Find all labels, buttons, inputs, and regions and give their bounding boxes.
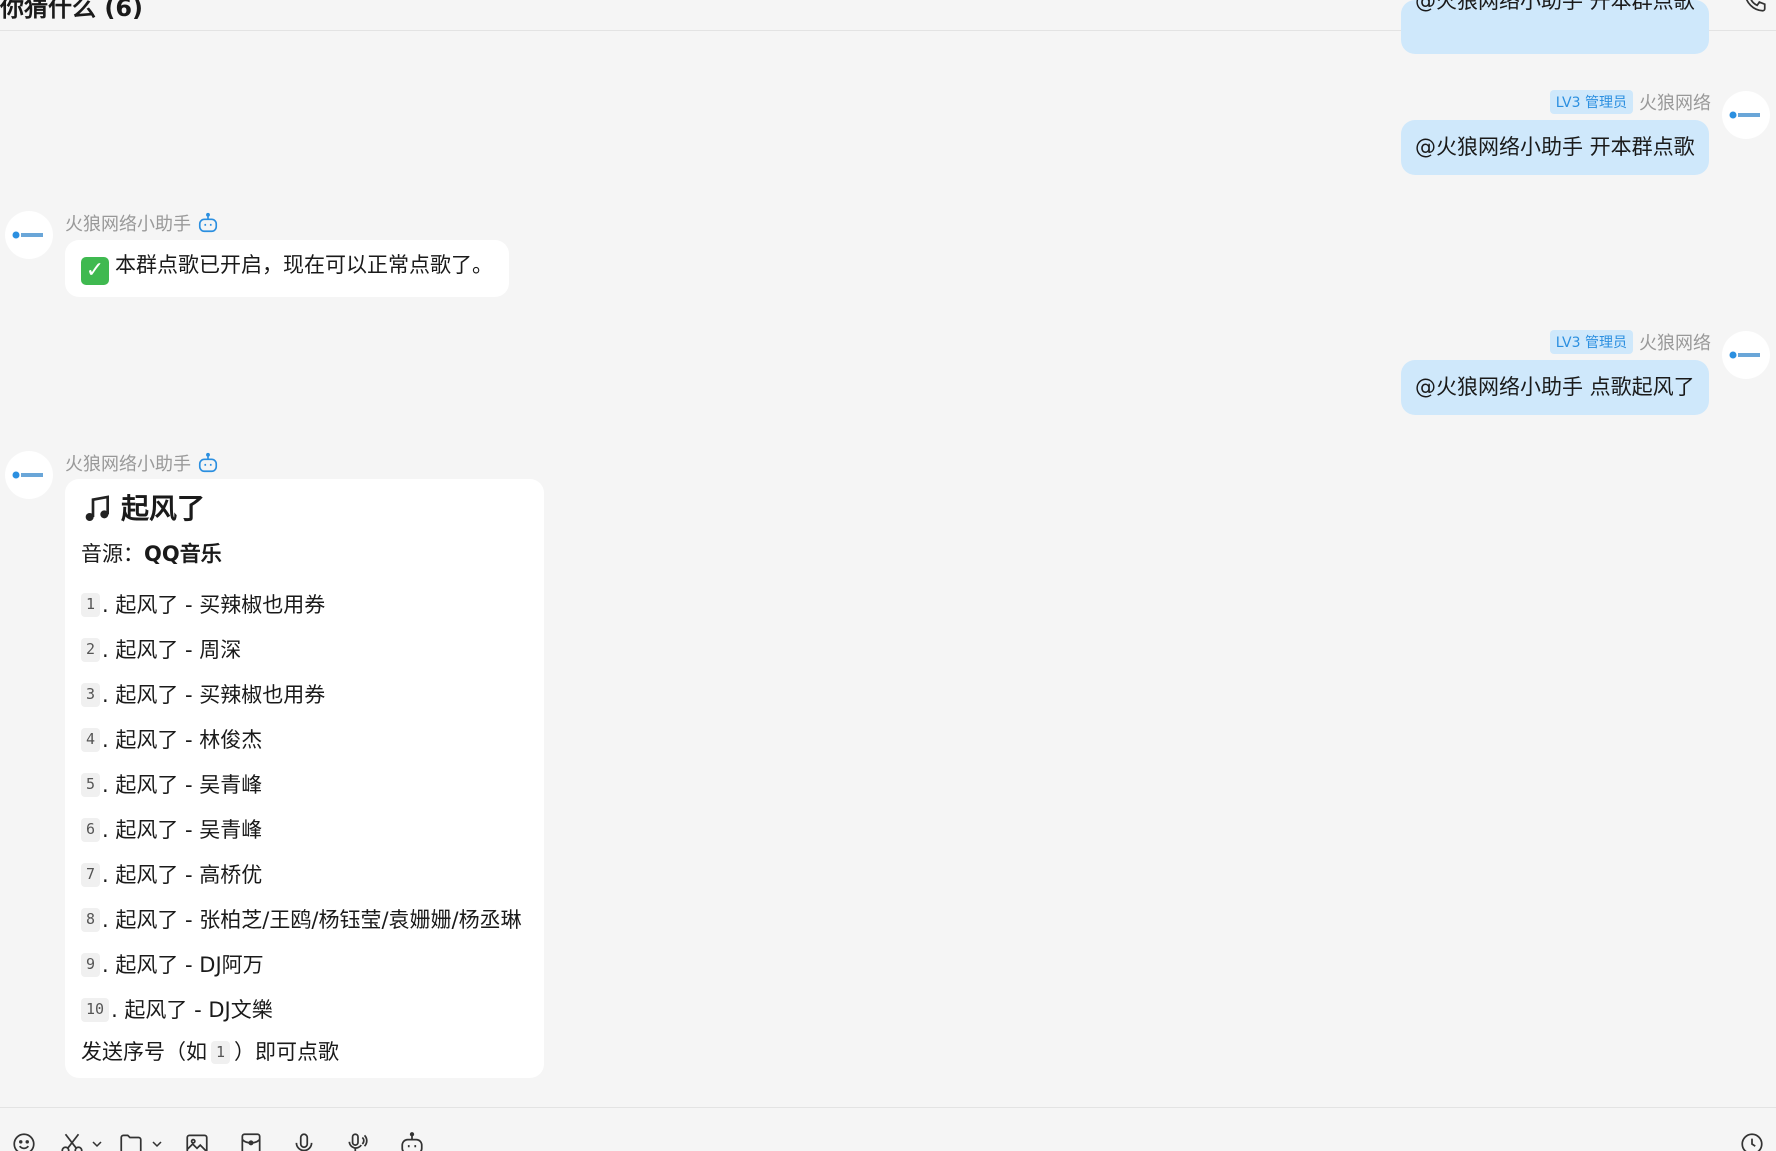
logo-icon [12,231,43,239]
song-item: 9. 起风了 - DJ阿万 [81,943,528,988]
music-note-icon [85,495,109,522]
message-bubble-incoming[interactable]: ✓ 本群点歌已开启，现在可以正常点歌了。 [65,240,509,297]
avatar[interactable] [5,451,53,499]
sender-name[interactable]: 火狼网络小助手 [65,450,191,476]
song-item: 10. 起风了 - DJ文樂 [81,988,528,1033]
song-item: 7. 起风了 - 高桥优 [81,853,528,898]
file-button[interactable] [117,1130,145,1151]
song-text: . 起风了 - 吴青峰 [102,772,263,797]
logo-icon [1729,351,1760,359]
message-bubble-outgoing[interactable]: @火狼网络小助手 开本群点歌 [1401,0,1709,54]
hint-text-before: 发送序号（如 [81,1039,207,1064]
bot-button[interactable] [398,1130,426,1151]
message-text: @火狼网络小助手 开本群点歌 [1415,0,1695,13]
song-text: . 起风了 - 周深 [102,637,242,662]
song-list: 1. 起风了 - 买辣椒也用券 2. 起风了 - 周深 3. 起风了 - 买辣椒… [81,583,528,1033]
history-button[interactable] [1738,1130,1766,1151]
logo-icon [12,471,43,479]
song-number: 3 [81,683,101,707]
music-source: 音源：QQ音乐 [81,541,528,568]
song-search-card: 起风了 音源：QQ音乐 1. 起风了 - 买辣椒也用券 2. 起风了 - 周深 … [65,479,544,1078]
avatar[interactable] [1722,91,1770,139]
image-button[interactable] [183,1130,211,1151]
song-title-text: 起风了 [121,492,206,525]
song-item: 1. 起风了 - 买辣椒也用券 [81,583,528,628]
song-number: 5 [81,773,101,797]
check-icon: ✓ [81,257,109,285]
song-number: 2 [81,638,101,662]
hint-number: 1 [211,1040,231,1065]
input-toolbar [0,1107,1776,1151]
robot-icon [198,452,218,473]
song-text: . 起风了 - 买辣椒也用券 [102,682,326,707]
song-number: 10 [81,998,110,1022]
song-number: 1 [81,593,101,617]
avatar[interactable] [1722,331,1770,379]
song-number: 4 [81,728,101,752]
scissors-icon [61,1133,83,1151]
song-text: . 起风了 - 买辣椒也用券 [102,592,326,617]
message-bubble-outgoing[interactable]: @火狼网络小助手 开本群点歌 [1401,120,1709,176]
hint-text-after: ）即可点歌 [234,1039,340,1064]
chat-title: 你猜什么 (6) [0,0,143,22]
microphone-icon [295,1133,313,1151]
logo-icon [1729,111,1760,119]
sender-info: LV3 管理员 火狼网络 [1549,89,1711,115]
song-number: 6 [81,818,101,842]
voice-call-icon [348,1133,368,1151]
history-icon [1741,1133,1763,1151]
red-packet-button[interactable] [237,1130,265,1151]
voice-message-button[interactable] [290,1130,318,1151]
folder-icon [120,1134,142,1151]
song-item: 3. 起风了 - 买辣椒也用券 [81,673,528,718]
red-packet-icon [241,1133,261,1151]
song-text: . 起风了 - 张柏芝/王鸥/杨钰莹/袁姗姗/杨丞琳 [102,907,522,932]
song-item: 2. 起风了 - 周深 [81,628,528,673]
sender-name[interactable]: 火狼网络 [1639,89,1711,115]
song-number: 8 [81,908,101,932]
sender-name[interactable]: 火狼网络小助手 [65,210,191,236]
sender-info: LV3 管理员 火狼网络 [1549,329,1711,355]
chevron-down-icon[interactable] [91,1138,103,1150]
avatar[interactable] [5,211,53,259]
voice-call-button[interactable] [344,1130,372,1151]
phone-icon[interactable] [1742,0,1768,14]
source-label: 音源： [81,542,144,567]
song-card-title: 起风了 [81,491,528,527]
song-text: . 起风了 - DJ阿万 [102,952,264,977]
sender-info: 火狼网络小助手 [65,210,219,236]
robot-icon [198,212,218,233]
screenshot-button[interactable] [58,1130,86,1151]
role-badge: LV3 管理员 [1549,90,1633,114]
emoji-icon [13,1133,35,1151]
chevron-down-icon[interactable] [151,1138,163,1150]
robot-icon [401,1132,423,1151]
sender-name[interactable]: 火狼网络 [1639,329,1711,355]
message-bubble-outgoing[interactable]: @火狼网络小助手 点歌起风了 [1401,360,1709,416]
song-item: 6. 起风了 - 吴青峰 [81,808,528,853]
source-value: QQ音乐 [144,542,222,567]
song-text: . 起风了 - DJ文樂 [111,997,273,1022]
image-icon [186,1134,208,1151]
song-item: 8. 起风了 - 张柏芝/王鸥/杨钰莹/袁姗姗/杨丞琳 [81,898,528,943]
song-text: . 起风了 - 高桥优 [102,862,263,887]
song-item: 5. 起风了 - 吴青峰 [81,763,528,808]
song-number: 7 [81,863,101,887]
message-text: @火狼网络小助手 点歌起风了 [1415,375,1695,399]
message-text: @火狼网络小助手 开本群点歌 [1415,135,1695,159]
song-select-hint: 发送序号（如 1 ）即可点歌 [81,1039,528,1066]
message-text: 本群点歌已开启，现在可以正常点歌了。 [115,253,493,277]
song-text: . 起风了 - 林俊杰 [102,727,263,752]
sender-info: 火狼网络小助手 [65,450,219,476]
emoji-button[interactable] [10,1130,38,1151]
song-number: 9 [81,953,101,977]
song-item: 4. 起风了 - 林俊杰 [81,718,528,763]
song-text: . 起风了 - 吴青峰 [102,817,263,842]
role-badge: LV3 管理员 [1549,330,1633,354]
